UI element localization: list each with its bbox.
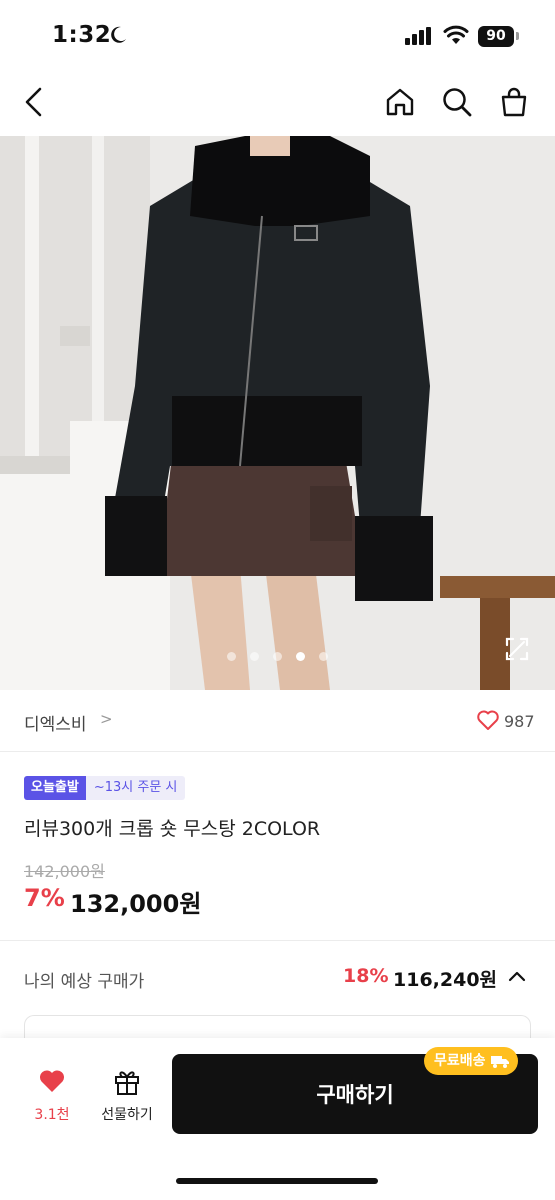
- status-time: 1:32: [52, 22, 112, 48]
- gallery-pagination: [0, 652, 555, 661]
- moon-icon: [111, 26, 126, 43]
- delivery-badges: 오늘출발 ~13시 주문 시: [24, 776, 186, 800]
- gift-label: 선물하기: [101, 1107, 153, 1123]
- chevron-up-icon[interactable]: [504, 963, 530, 989]
- home-button[interactable]: [380, 82, 420, 122]
- expected-price-label: 나의 예상 구매가: [24, 972, 145, 992]
- expected-discount: 18%: [343, 965, 389, 987]
- gift-button[interactable]: 선물하기: [92, 1066, 162, 1124]
- original-price: 142,000원: [24, 862, 105, 881]
- shopping-bag-icon: [501, 87, 527, 117]
- cart-button[interactable]: [494, 82, 534, 122]
- gallery-dot[interactable]: [250, 652, 259, 661]
- expected-price-row[interactable]: 나의 예상 구매가 18% 116,240원: [0, 941, 555, 1013]
- product-photo: [0, 136, 555, 690]
- home-icon: [386, 88, 414, 116]
- top-nav: [0, 70, 555, 136]
- signal-icon: [405, 27, 431, 45]
- discount-rate: 7%: [24, 884, 65, 912]
- status-bar: 1:32 90: [0, 0, 555, 70]
- expected-price: 116,240원: [393, 969, 498, 991]
- gallery-dot[interactable]: [227, 652, 236, 661]
- product-title: 리뷰300개 크롭 숏 무스탕 2COLOR: [24, 818, 321, 840]
- brand-like-count: 987: [504, 712, 535, 731]
- brand-chevron[interactable]: >: [100, 710, 113, 728]
- wishlist-count: 3.1천: [34, 1107, 70, 1123]
- wishlist-button[interactable]: 3.1천: [24, 1068, 80, 1124]
- gallery-dot[interactable]: [319, 652, 328, 661]
- search-icon: [443, 88, 472, 117]
- back-button[interactable]: [14, 82, 54, 122]
- product-image-gallery[interactable]: [0, 136, 555, 690]
- home-indicator: [176, 1178, 378, 1184]
- free-shipping-label: 무료배송: [434, 1053, 486, 1069]
- brand-name[interactable]: 디엑스비: [24, 710, 87, 735]
- cutoff-badge: ~13시 주문 시: [85, 776, 186, 800]
- search-button[interactable]: [437, 82, 477, 122]
- heart-filled-icon: [39, 1070, 65, 1092]
- heart-outline-icon[interactable]: [476, 709, 500, 731]
- free-shipping-badge: 무료배송: [424, 1047, 518, 1075]
- brand-row: 디엑스비 > 987: [0, 690, 555, 752]
- wifi-icon: [443, 25, 469, 44]
- battery-tip: [516, 32, 519, 40]
- today-ship-badge: 오늘출발: [24, 776, 86, 800]
- gift-icon: [115, 1071, 139, 1095]
- battery-indicator: 90: [478, 26, 514, 47]
- back-arrow-icon: [25, 87, 42, 117]
- gallery-dot[interactable]: [296, 652, 305, 661]
- gallery-dot[interactable]: [273, 652, 282, 661]
- sale-price: 132,000원: [70, 890, 202, 918]
- truck-icon: [490, 1056, 509, 1068]
